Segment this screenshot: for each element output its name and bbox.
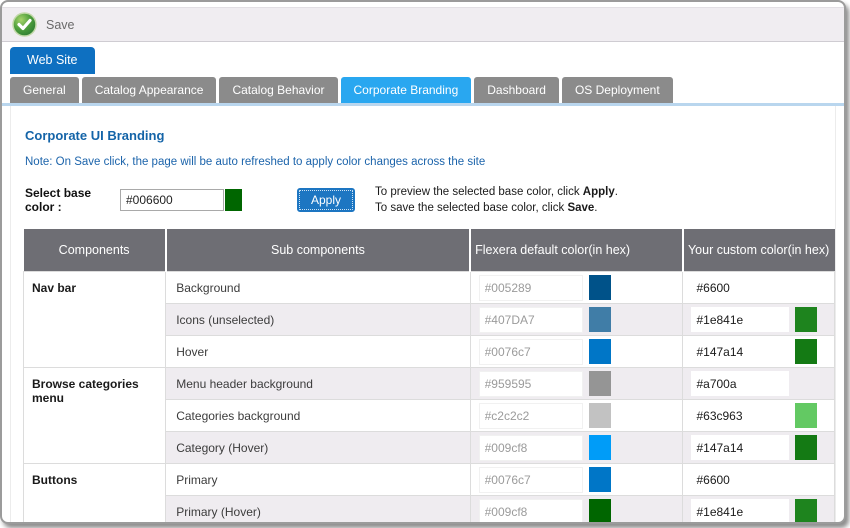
toolbar: Save — [2, 7, 844, 42]
custom-color-swatch — [795, 435, 817, 460]
default-color-cell — [470, 400, 683, 432]
app-window: Save Web Site General Catalog Appearance… — [0, 0, 846, 524]
subcomponent-cell: Category (Hover) — [166, 432, 470, 464]
subcomponent-cell: Background — [166, 272, 470, 304]
default-color-cell — [470, 368, 683, 400]
default-color-swatch — [589, 275, 611, 300]
branding-table-body: Nav barBackgroundIcons (unselected)Hover… — [24, 272, 835, 525]
tab-os-deployment[interactable]: OS Deployment — [562, 77, 673, 103]
default-color-swatch — [589, 403, 611, 428]
custom-color-swatch — [795, 307, 817, 332]
custom-hex-input[interactable] — [691, 403, 789, 428]
default-color-swatch — [589, 339, 611, 364]
default-color-cell — [470, 464, 683, 496]
default-hex-input — [479, 307, 583, 333]
default-color-cell — [470, 432, 683, 464]
table-header-row: Components Sub components Flexera defaul… — [24, 229, 835, 272]
component-cell: Nav bar — [24, 272, 166, 368]
custom-color-cell — [683, 400, 835, 432]
subcomponent-cell: Icons (unselected) — [166, 304, 470, 336]
custom-hex-input[interactable] — [691, 435, 789, 460]
default-color-cell — [470, 304, 683, 336]
subcomponent-cell: Hover — [166, 336, 470, 368]
tab-general[interactable]: General — [10, 77, 79, 103]
table-row: Browse categories menuMenu header backgr… — [24, 368, 835, 400]
header-components: Components — [24, 229, 166, 272]
custom-color-swatch — [795, 339, 817, 364]
tab-panel-corporate-branding: Corporate UI Branding Note: On Save clic… — [10, 106, 836, 524]
default-color-swatch — [589, 499, 611, 524]
component-cell: Browse categories menu — [24, 368, 166, 464]
table-row: ButtonsPrimary — [24, 464, 835, 496]
tab-catalog-appearance[interactable]: Catalog Appearance — [82, 77, 217, 103]
save-check-icon — [12, 12, 37, 37]
tab-corporate-branding[interactable]: Corporate Branding — [341, 77, 472, 103]
subcomponent-cell: Menu header background — [166, 368, 470, 400]
help-line-1: To preview the selected base color, clic… — [375, 184, 618, 200]
tab-web-site[interactable]: Web Site — [10, 47, 95, 74]
default-color-swatch — [589, 435, 611, 460]
default-color-cell — [470, 336, 683, 368]
custom-color-cell — [683, 496, 835, 525]
header-default-color: Flexera default color(in hex) — [470, 229, 683, 272]
custom-color-swatch — [795, 499, 817, 524]
default-color-swatch — [589, 467, 611, 492]
default-color-swatch — [589, 307, 611, 332]
custom-color-swatch — [795, 403, 817, 428]
table-row: Nav barBackground — [24, 272, 835, 304]
subcomponent-cell: Primary — [166, 464, 470, 496]
tab-catalog-behavior[interactable]: Catalog Behavior — [219, 77, 337, 103]
note-text: Note: On Save click, the page will be au… — [25, 156, 835, 168]
default-hex-input — [479, 499, 583, 525]
custom-hex-input[interactable] — [691, 307, 789, 332]
default-hex-input — [479, 435, 583, 461]
default-color-swatch — [589, 371, 611, 396]
custom-color-cell — [683, 368, 835, 400]
custom-color-cell — [683, 464, 835, 496]
tab-strip: General Catalog Appearance Catalog Behav… — [2, 77, 844, 106]
default-hex-input — [479, 339, 583, 365]
base-color-row: Select base color : Apply To preview the… — [25, 184, 835, 216]
page-title: Corporate UI Branding — [25, 128, 835, 143]
base-color-label: Select base color : — [25, 186, 120, 214]
custom-hex-input[interactable] — [691, 467, 789, 492]
save-button-label: Save — [46, 18, 75, 32]
help-line-2: To save the selected base color, click S… — [375, 200, 618, 216]
subcomponent-cell: Categories background — [166, 400, 470, 432]
default-hex-input — [479, 371, 583, 397]
component-cell: Buttons — [24, 464, 166, 525]
default-hex-input — [479, 403, 583, 429]
custom-color-cell — [683, 432, 835, 464]
custom-hex-input[interactable] — [691, 275, 789, 300]
base-color-input[interactable] — [120, 189, 224, 211]
header-sub-components: Sub components — [166, 229, 470, 272]
custom-hex-input[interactable] — [691, 499, 789, 524]
help-text: To preview the selected base color, clic… — [375, 184, 618, 216]
tab-dashboard[interactable]: Dashboard — [474, 77, 559, 103]
base-color-swatch — [225, 189, 242, 211]
branding-table: Components Sub components Flexera defaul… — [23, 229, 835, 524]
custom-hex-input[interactable] — [691, 339, 789, 364]
save-button[interactable]: Save — [12, 12, 75, 37]
default-color-cell — [470, 272, 683, 304]
default-color-cell — [470, 496, 683, 525]
custom-color-cell — [683, 272, 835, 304]
apply-button[interactable]: Apply — [297, 188, 355, 212]
custom-color-cell — [683, 336, 835, 368]
header-custom-color: Your custom color(in hex) — [683, 229, 835, 272]
default-hex-input — [479, 467, 583, 493]
default-hex-input — [479, 275, 583, 301]
custom-hex-input[interactable] — [691, 371, 789, 396]
custom-color-cell — [683, 304, 835, 336]
subcomponent-cell: Primary (Hover) — [166, 496, 470, 525]
